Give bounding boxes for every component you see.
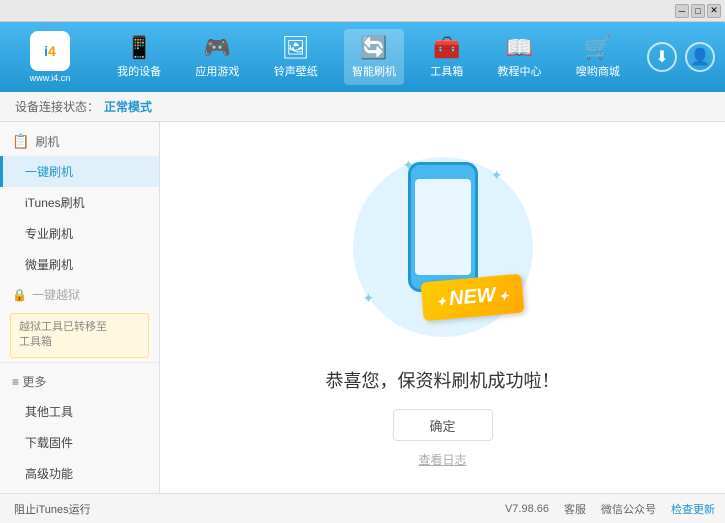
nav-tutorial[interactable]: 📖 教程中心: [490, 29, 550, 85]
flash-section-icon: 📋: [12, 133, 29, 150]
sidebar-flash-section[interactable]: 📋 刷机: [0, 127, 159, 156]
window-controls: ─ □ ✕: [675, 4, 721, 18]
phone-body: [408, 162, 478, 292]
header: i4 www.i4.cn 📱 我的设备 🎮 应用游戏 🖼 铃声壁纸 🔄 智能刷机…: [0, 22, 725, 92]
nav-items: 📱 我的设备 🎮 应用游戏 🖼 铃声壁纸 🔄 智能刷机 🧰 工具箱 📖 教程中心…: [100, 29, 637, 85]
sidebar-item-other-tools[interactable]: 其他工具: [0, 396, 159, 427]
close-button[interactable]: ✕: [707, 4, 721, 18]
service-link[interactable]: 客服: [564, 501, 586, 517]
flash-section-label: 刷机: [35, 133, 59, 150]
update-link[interactable]: 检查更新: [671, 501, 715, 517]
app-game-icon: 🎮: [204, 35, 231, 61]
sidebar: 📋 刷机 一键刷机 iTunes刷机 专业刷机 微量刷机 🔒 一键越狱 越狱工具…: [0, 122, 160, 493]
sidebar-jailbreak-disabled: 🔒 一键越狱: [0, 280, 159, 309]
toolbox-label: 工具箱: [430, 63, 463, 79]
sidebar-item-advanced[interactable]: 高级功能: [0, 458, 159, 489]
tutorial-icon: 📖: [506, 35, 533, 61]
toolbox-icon: 🧰: [433, 35, 460, 61]
itunes-run-button[interactable]: 阻止iTunes运行: [10, 499, 95, 519]
nav-shop[interactable]: 🛒 嗖哟商城: [568, 29, 628, 85]
my-device-icon: 📱: [125, 35, 152, 61]
lock-icon: 🔒: [12, 288, 27, 302]
shop-label: 嗖哟商城: [576, 63, 620, 79]
footer-left: 阻止iTunes运行: [10, 499, 95, 519]
sparkle-3: ✦: [363, 290, 375, 307]
new-badge: NEW: [420, 274, 524, 322]
nav-my-device[interactable]: 📱 我的设备: [109, 29, 169, 85]
nav-app-game[interactable]: 🎮 应用游戏: [187, 29, 247, 85]
sidebar-item-itunes-flash[interactable]: iTunes刷机: [0, 187, 159, 218]
sidebar-item-pro-flash[interactable]: 专业刷机: [0, 218, 159, 249]
title-bar: ─ □ ✕: [0, 0, 725, 22]
nav-smart-flash[interactable]: 🔄 智能刷机: [344, 29, 404, 85]
account-button[interactable]: 👤: [685, 42, 715, 72]
smart-flash-icon: 🔄: [360, 35, 387, 61]
confirm-button[interactable]: 确定: [393, 409, 493, 441]
more-section-label: ≡ 更多: [12, 373, 46, 390]
logo-url: www.i4.cn: [30, 73, 71, 83]
logo-icon: i4: [30, 31, 70, 71]
sparkle-2: ✦: [491, 167, 503, 184]
nav-ringtone[interactable]: 🖼 铃声壁纸: [266, 29, 326, 85]
sidebar-item-download-fw[interactable]: 下载固件: [0, 427, 159, 458]
ringtone-icon: 🖼: [282, 35, 310, 61]
download-button[interactable]: ⬇: [647, 42, 677, 72]
nav-right: ⬇ 👤: [647, 42, 715, 72]
phone-illustration: ✦ ✦ ✦ NEW: [343, 147, 543, 347]
sidebar-item-micro-flash[interactable]: 微量刷机: [0, 249, 159, 280]
main-layout: 📋 刷机 一键刷机 iTunes刷机 专业刷机 微量刷机 🔒 一键越狱 越狱工具…: [0, 122, 725, 493]
success-text: 恭喜您，保资料刷机成功啦！: [326, 367, 560, 393]
status-label: 设备连接状态：: [15, 98, 99, 115]
minimize-button[interactable]: ─: [675, 4, 689, 18]
smart-flash-label: 智能刷机: [352, 63, 396, 79]
nav-toolbox[interactable]: 🧰 工具箱: [422, 29, 471, 85]
sidebar-more-section[interactable]: ≡ 更多: [0, 367, 159, 396]
footer: 阻止iTunes运行 V7.98.66 客服 微信公众号 检查更新: [0, 493, 725, 523]
sidebar-divider: [0, 362, 159, 363]
tutorial-label: 教程中心: [498, 63, 542, 79]
ringtone-label: 铃声壁纸: [274, 63, 318, 79]
jailbreak-label: 一键越狱: [32, 286, 80, 303]
my-device-label: 我的设备: [117, 63, 161, 79]
footer-right: V7.98.66 客服 微信公众号 检查更新: [505, 501, 715, 517]
shop-icon: 🛒: [584, 35, 611, 61]
status-bar: 设备连接状态： 正常模式: [0, 92, 725, 122]
logo: i4 www.i4.cn: [10, 31, 90, 83]
phone-screen: [415, 179, 471, 275]
status-value: 正常模式: [104, 98, 152, 115]
wechat-link[interactable]: 微信公众号: [601, 501, 656, 517]
view-log-link[interactable]: 查看日志: [418, 451, 466, 468]
version-label: V7.98.66: [505, 503, 549, 515]
app-game-label: 应用游戏: [195, 63, 239, 79]
sidebar-item-one-key-flash[interactable]: 一键刷机: [0, 156, 159, 187]
maximize-button[interactable]: □: [691, 4, 705, 18]
sidebar-jailbreak-note: 越狱工具已转移至工具箱: [10, 313, 149, 358]
content-area: ✦ ✦ ✦ NEW 恭喜您，保资料刷机成功啦！ 确定 查看日志: [160, 122, 725, 493]
